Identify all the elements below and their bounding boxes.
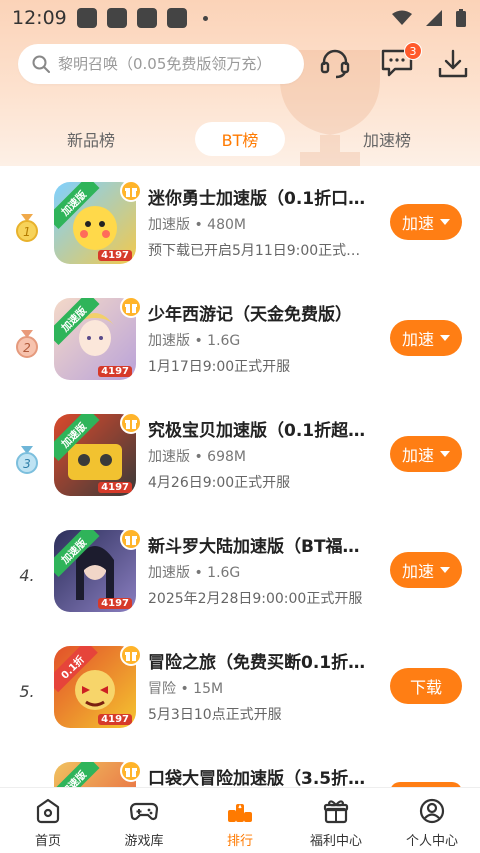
notification-app-icon [106, 8, 127, 28]
app-description: 1月17日9:00正式开服 [148, 359, 291, 375]
nav-label: 游戏库 [124, 834, 164, 849]
rank-medal: 1 [14, 214, 40, 244]
button-label: 加速 [401, 446, 434, 465]
messages-button[interactable]: 3 [380, 42, 422, 78]
list-item[interactable]: 2 加速版 4197 少年西游记（天金免费版） 加速版 • 1.6G 1月17日… [0, 290, 480, 406]
list-item[interactable]: 5. 0.1折 4197 冒险之旅（免费买断0.1折… 冒险 • 15M 5月3… [0, 638, 480, 754]
user-icon [419, 798, 445, 824]
rank-medal: 3 [14, 446, 40, 476]
app-meta: 冒险 • 15M [148, 681, 224, 697]
ranking-tabs: 新品榜 BT榜 加速榜 [0, 122, 480, 156]
bottom-navigation: 首页 游戏库 排行 福利中心 个人中心 [0, 787, 480, 853]
gift-icon [323, 800, 349, 824]
button-label: 下载 [409, 678, 442, 697]
nav-profile[interactable]: 个人中心 [384, 788, 480, 853]
search-input[interactable] [58, 55, 288, 73]
speedup-ribbon: 加速版 [54, 762, 100, 787]
app-corner-label: 4197 [98, 598, 132, 609]
nav-label: 排行 [226, 834, 253, 849]
nav-label: 福利中心 [309, 834, 362, 849]
button-label: 加速 [401, 330, 434, 349]
bronze-medal-icon: 3 [16, 446, 38, 474]
tab-speedup[interactable]: 加速榜 [356, 122, 418, 156]
svg-text:3: 3 [23, 457, 31, 471]
chevron-down-icon [440, 219, 450, 225]
silver-medal-icon: 2 [16, 330, 38, 358]
download-icon[interactable] [436, 47, 470, 81]
app-name: 口袋大冒险加速版（3.5折… [148, 769, 366, 787]
list-item[interactable]: 加速版 口袋大冒险加速版（3.5折… [0, 754, 480, 787]
status-time: 12:09 [12, 7, 67, 29]
app-name: 少年西游记（天金免费版） [148, 305, 352, 325]
chevron-down-icon [440, 567, 450, 573]
button-label: 加速 [401, 214, 434, 233]
gift-badge-icon [120, 180, 142, 202]
battery-icon [456, 9, 466, 27]
nav-ranking[interactable]: 排行 [192, 788, 288, 853]
app-corner-label: 4197 [98, 714, 132, 725]
signal-icon [426, 10, 442, 26]
tab-bt[interactable]: BT榜 [195, 122, 285, 156]
app-description: 预下载已开启5月11日9:00正式… [148, 243, 361, 259]
nav-game-library[interactable]: 游戏库 [96, 788, 192, 853]
search-box[interactable] [18, 44, 304, 84]
status-bar: 12:09 [0, 0, 480, 36]
app-meta: 加速版 • 698M [148, 449, 246, 465]
app-meta: 加速版 • 480M [148, 217, 246, 233]
wifi-icon [392, 10, 412, 25]
download-button[interactable]: 下载 [390, 668, 462, 704]
gift-badge-icon [120, 296, 142, 318]
list-item[interactable]: 1 加速版 4197 迷你勇士加速版（0.1折口… 加速版 • 480M 预下载… [0, 174, 480, 290]
rank-number: 5. [19, 681, 35, 701]
app-description: 5月3日10点正式开服 [148, 707, 282, 723]
chevron-down-icon [440, 335, 450, 341]
app-corner-label: 4197 [98, 482, 132, 493]
app-meta: 加速版 • 1.6G [148, 565, 241, 581]
app-name: 冒险之旅（免费买断0.1折… [148, 653, 366, 673]
app-corner-label: 4197 [98, 250, 132, 261]
svg-text:1: 1 [23, 225, 31, 239]
list-item[interactable]: 4. 加速版 4197 新斗罗大陆加速版（BT福… 加速版 • 1.6G 202… [0, 522, 480, 638]
speedup-button[interactable]: 加速 [390, 320, 462, 356]
gold-medal-icon: 1 [16, 214, 38, 242]
nav-welfare-center[interactable]: 福利中心 [288, 788, 384, 853]
tab-new-games[interactable]: 新品榜 [60, 122, 122, 156]
notification-app-icon [136, 8, 157, 28]
gift-badge-icon [120, 644, 142, 666]
chevron-down-icon [440, 451, 450, 457]
search-icon [32, 55, 50, 73]
nav-label: 个人中心 [405, 834, 458, 849]
button-label: 加速 [401, 562, 434, 581]
notification-app-icon [166, 8, 187, 28]
nav-label: 首页 [34, 834, 61, 849]
rank-medal: 2 [14, 330, 40, 360]
message-count-badge: 3 [404, 42, 422, 60]
gift-badge-icon [120, 412, 142, 434]
app-name: 新斗罗大陆加速版（BT福… [148, 537, 360, 557]
app-meta: 加速版 • 1.6G [148, 333, 241, 349]
rank-number: 4. [19, 565, 35, 585]
speedup-button[interactable]: 加速 [390, 204, 462, 240]
customer-service-icon[interactable] [318, 47, 352, 81]
more-notifications-dot-icon [202, 15, 208, 21]
list-item[interactable]: 3 加速版 4197 究极宝贝加速版（0.1折超… 加速版 • 698M 4月2… [0, 406, 480, 522]
gift-badge-icon [120, 760, 142, 782]
app-name: 迷你勇士加速版（0.1折口… [148, 189, 366, 209]
gamepad-icon [130, 802, 158, 821]
app-description: 2025年2月28日9:00:00正式开服 [148, 591, 363, 607]
app-description: 4月26日9:00正式开服 [148, 475, 291, 491]
nav-home[interactable]: 首页 [0, 788, 96, 853]
app-name: 究极宝贝加速版（0.1折超… [148, 421, 366, 441]
home-icon [36, 798, 60, 824]
speedup-button[interactable]: 加速 [390, 552, 462, 588]
ranking-icon [228, 804, 252, 822]
svg-text:2: 2 [23, 341, 31, 355]
speedup-button[interactable]: 加速 [390, 436, 462, 472]
app-corner-label: 4197 [98, 366, 132, 377]
notification-app-icon [76, 8, 97, 28]
gift-badge-icon [120, 528, 142, 550]
